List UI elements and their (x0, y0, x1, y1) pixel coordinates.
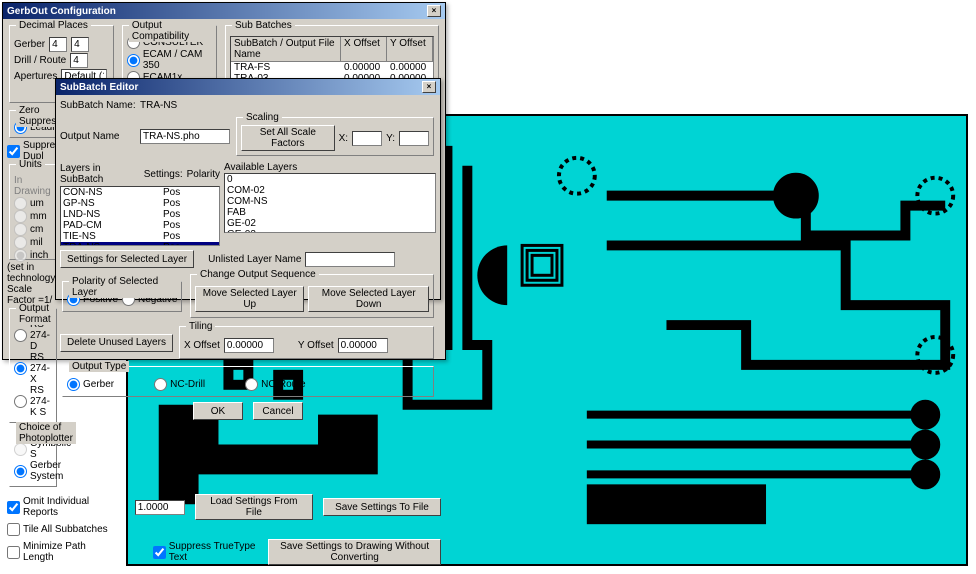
unit-um: um (14, 197, 52, 210)
apertures-label: Apertures (14, 71, 57, 82)
list-item: GE-03 (225, 229, 435, 233)
list-item: 0 (225, 174, 435, 185)
col-yoffset: Y Offset (387, 37, 433, 61)
list-item: CON-NSPos (61, 187, 219, 198)
suppress-tt-check[interactable]: Suppress TrueType Text (153, 541, 259, 563)
rs274k-radio[interactable]: RS 274-K S (14, 385, 52, 418)
scale-y-input[interactable] (399, 131, 429, 146)
save-to-drawing-button[interactable]: Save Settings to Drawing Without Convert… (268, 539, 441, 565)
unit-mm: mm (14, 210, 52, 223)
compat-consultek-radio[interactable]: CONSULTEK (127, 36, 212, 49)
delete-unused-button[interactable]: Delete Unused Layers (60, 334, 173, 352)
rs274x-radio[interactable]: RS 274-X (14, 352, 52, 385)
col-xoffset: X Offset (341, 37, 387, 61)
avail-title: Available Layers (224, 162, 436, 173)
tiling-y-input[interactable] (338, 338, 388, 353)
load-settings-button[interactable]: Load Settings From File (195, 494, 313, 520)
format-value-input[interactable] (135, 500, 185, 515)
rs274d-radio[interactable]: RS 274-D (14, 319, 52, 352)
layers-title: Layers in SubBatch (60, 163, 140, 185)
unit-cm: cm (14, 223, 52, 236)
list-item: TRA-NSPos (61, 242, 219, 246)
close-icon[interactable]: × (422, 81, 436, 93)
unit-inch: inch (14, 249, 52, 262)
min-path-check[interactable]: Minimize Path Length (7, 541, 103, 563)
cymbolic-radio: Cymbolic S (14, 438, 52, 460)
positive-radio[interactable]: Positive (67, 293, 118, 306)
available-layers-list[interactable]: 0 COM-02 COM-NS FAB GE-02 GE-03 GE-FS GE… (224, 173, 436, 233)
close-icon[interactable]: × (427, 5, 441, 17)
list-item: GE-02 (225, 218, 435, 229)
gerber-type-radio[interactable]: Gerber (67, 378, 114, 391)
output-name-label: Output Name (60, 131, 136, 142)
tiling-group: X OffsetY Offset (179, 326, 434, 359)
settings-selected-button[interactable]: Settings for Selected Layer (60, 250, 194, 268)
list-item: COM-NS (225, 196, 435, 207)
omit-reports-check[interactable]: Omit Individual Reports (7, 496, 125, 518)
output-name-input[interactable] (140, 129, 230, 144)
save-settings-button[interactable]: Save Settings To File (323, 498, 441, 516)
gerber-label: Gerber (14, 39, 45, 50)
layers-list[interactable]: CON-NSPos GP-NSPos LND-NSPos PAD-CMPos T… (60, 186, 220, 246)
units-group: In Drawing um mm cm mil inch (9, 164, 57, 260)
compat-ecam-radio[interactable]: ECAM / CAM 350 (127, 49, 212, 71)
change-seq-group: Move Selected Layer UpMove Selected Laye… (190, 274, 434, 318)
list-item: TIE-NSPos (61, 231, 219, 242)
list-item: PAD-CMPos (61, 220, 219, 231)
tile-all-check[interactable]: Tile All Subbatches (7, 523, 108, 536)
list-item: GP-NSPos (61, 198, 219, 209)
unlisted-label: Unlisted Layer Name (208, 254, 301, 265)
ncroute-type-radio[interactable]: NC-Route (245, 378, 305, 391)
zero-supp-group: Leading (9, 110, 57, 138)
list-item: COM-02 (225, 185, 435, 196)
gerber-dec-input[interactable] (71, 37, 89, 52)
set-scale-button[interactable]: Set All Scale Factors (241, 125, 335, 151)
ok-button[interactable]: OK (193, 402, 243, 420)
col-name: SubBatch / Output File Name (231, 37, 341, 61)
move-down-button[interactable]: Move Selected Layer Down (308, 286, 429, 312)
main-titlebar: GerbOut Configuration × (3, 3, 445, 19)
polarity-group: Positive Negative (62, 281, 182, 312)
set-tech-label: (set in technology) (7, 262, 59, 284)
drill-label: Drill / Route (14, 55, 66, 66)
subbatch-name-label: SubBatch Name: (60, 100, 136, 111)
drill-input[interactable] (70, 53, 88, 68)
leading-radio[interactable]: Leading (14, 121, 52, 134)
move-up-button[interactable]: Move Selected Layer Up (195, 286, 304, 312)
output-type-group: Gerber NC-Drill NC-Route (62, 366, 434, 397)
output-format-group: RS 274-D RS 274-X RS 274-K S (9, 308, 57, 423)
table-row: TRA-FS0.000000.00000 (231, 62, 433, 73)
sub-title: SubBatch Editor (60, 82, 138, 93)
photoplotter-group: Cymbolic S Gerber System (9, 427, 57, 487)
unlisted-input[interactable] (305, 252, 395, 267)
negative-radio[interactable]: Negative (122, 293, 177, 306)
scale-x-input[interactable] (352, 131, 382, 146)
list-item: LND-NSPos (61, 209, 219, 220)
cancel-button[interactable]: Cancel (253, 402, 303, 420)
scaling-group: Set All Scale FactorsX:Y: (236, 117, 434, 156)
list-item: FAB (225, 207, 435, 218)
tiling-x-input[interactable] (224, 338, 274, 353)
gerber-int-input[interactable] (49, 37, 67, 52)
subbatch-editor-dialog: SubBatch Editor × SubBatch Name: TRA-NS O… (55, 78, 441, 300)
subbatch-name-value: TRA-NS (140, 100, 177, 111)
gerber-sys-radio[interactable]: Gerber System (14, 460, 52, 482)
unit-mil: mil (14, 236, 52, 249)
ncdrill-type-radio[interactable]: NC-Drill (154, 378, 205, 391)
main-title: GerbOut Configuration (7, 6, 116, 17)
sub-titlebar: SubBatch Editor × (56, 79, 440, 95)
